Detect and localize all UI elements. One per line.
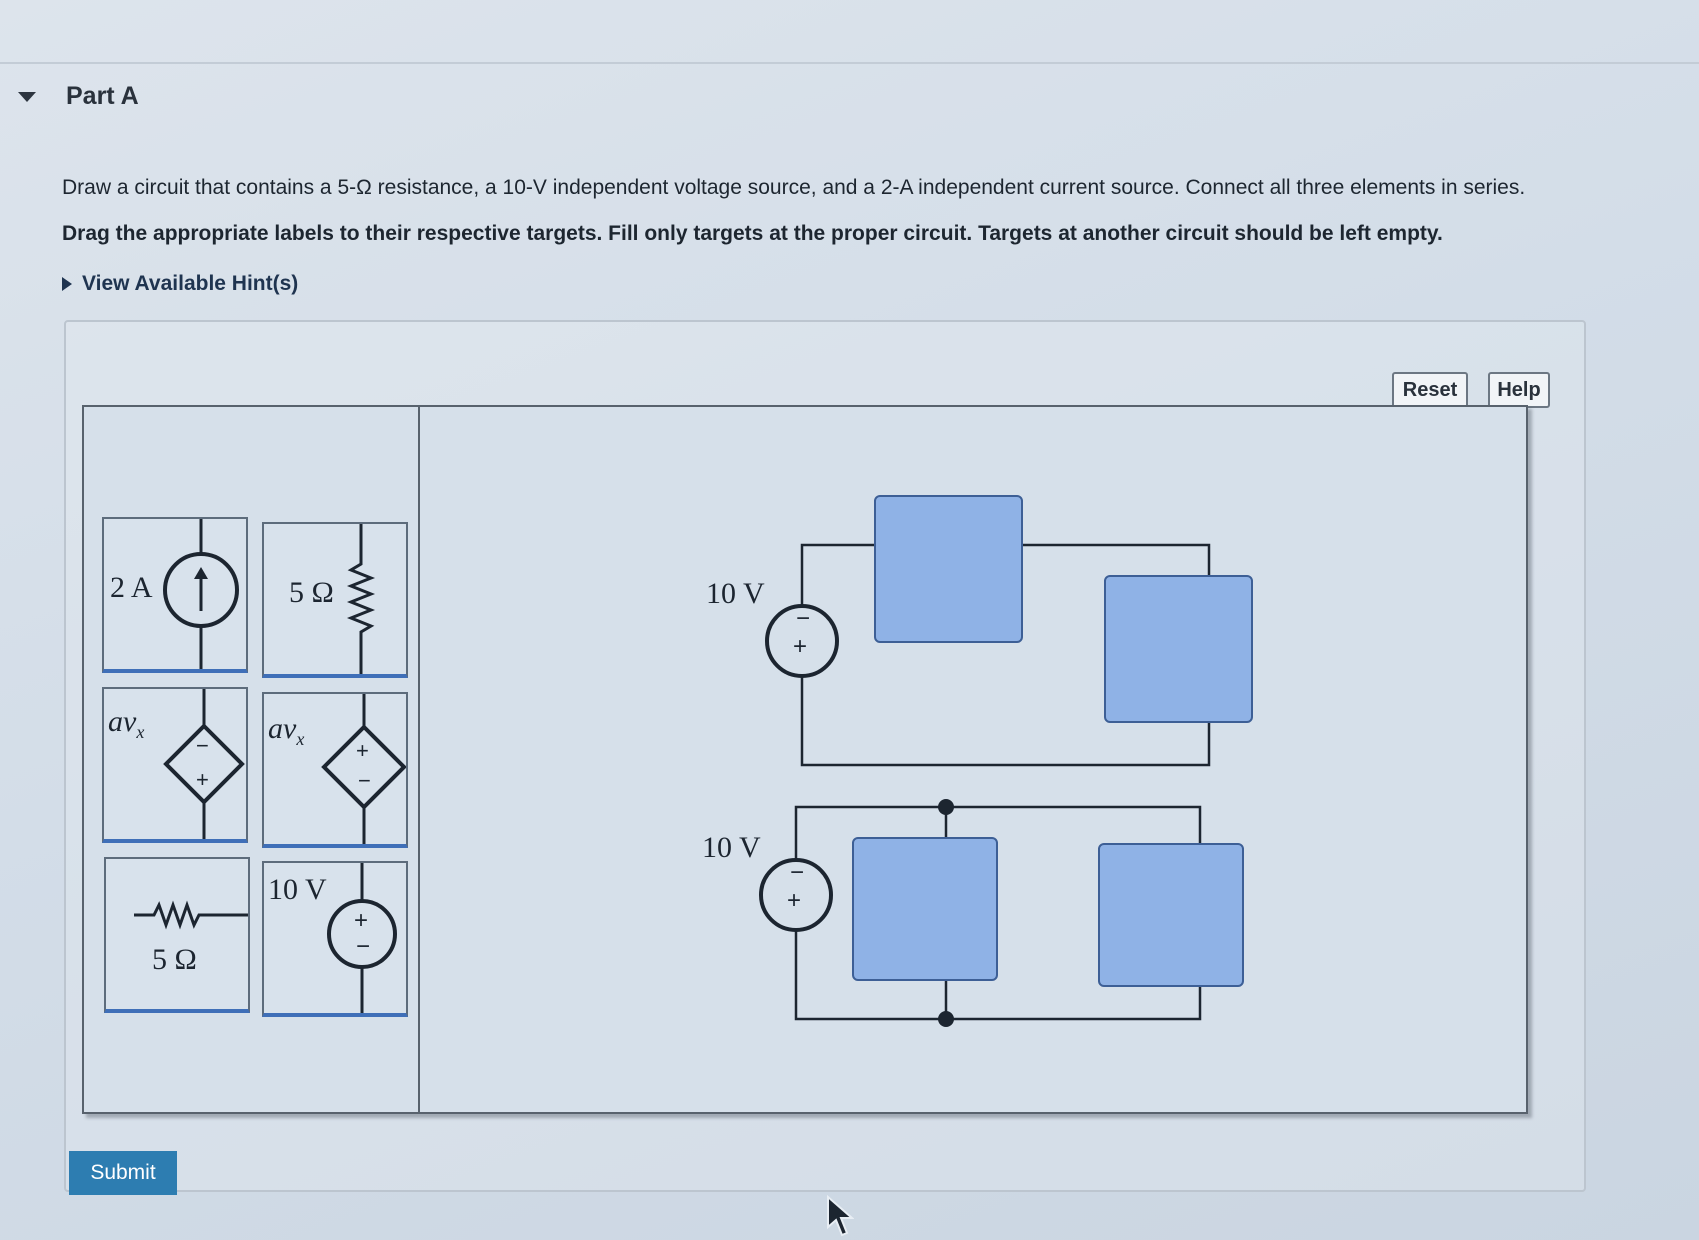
expand-triangle-icon bbox=[62, 277, 72, 291]
view-hints-link[interactable]: View Available Hint(s) bbox=[62, 272, 298, 296]
circuit-diagrams bbox=[759, 543, 1211, 1027]
plus-sign: + bbox=[793, 633, 808, 660]
instruction-text: Draw a circuit that contains a 5-Ω resis… bbox=[62, 176, 1526, 199]
top-circuit-source-label: 10 V bbox=[706, 577, 765, 610]
bottom-circuit-target-1[interactable] bbox=[852, 837, 998, 981]
collapse-triangle-icon[interactable] bbox=[18, 92, 36, 102]
submit-button[interactable]: Submit bbox=[69, 1151, 177, 1195]
top-circuit-target-1[interactable] bbox=[874, 495, 1023, 643]
plus-sign: + bbox=[787, 887, 802, 914]
part-title: Part A bbox=[66, 82, 139, 110]
top-circuit-target-2[interactable] bbox=[1104, 575, 1253, 723]
bottom-circuit-source-label: 10 V bbox=[702, 831, 761, 864]
view-hints-label: View Available Hint(s) bbox=[82, 272, 299, 295]
minus-sign: − bbox=[796, 605, 811, 632]
mouse-cursor-icon bbox=[827, 1195, 854, 1237]
reset-button[interactable]: Reset bbox=[1392, 372, 1468, 408]
minus-sign: − bbox=[790, 859, 805, 886]
header-divider bbox=[0, 62, 1699, 64]
instruction-bold-text: Drag the appropriate labels to their res… bbox=[62, 222, 1443, 245]
help-button[interactable]: Help bbox=[1488, 372, 1550, 408]
bottom-circuit-target-2[interactable] bbox=[1098, 843, 1244, 987]
workspace: 2 A 5 Ω avx − + avx + − 5 Ω 10 V + − 10 … bbox=[82, 405, 1528, 1114]
